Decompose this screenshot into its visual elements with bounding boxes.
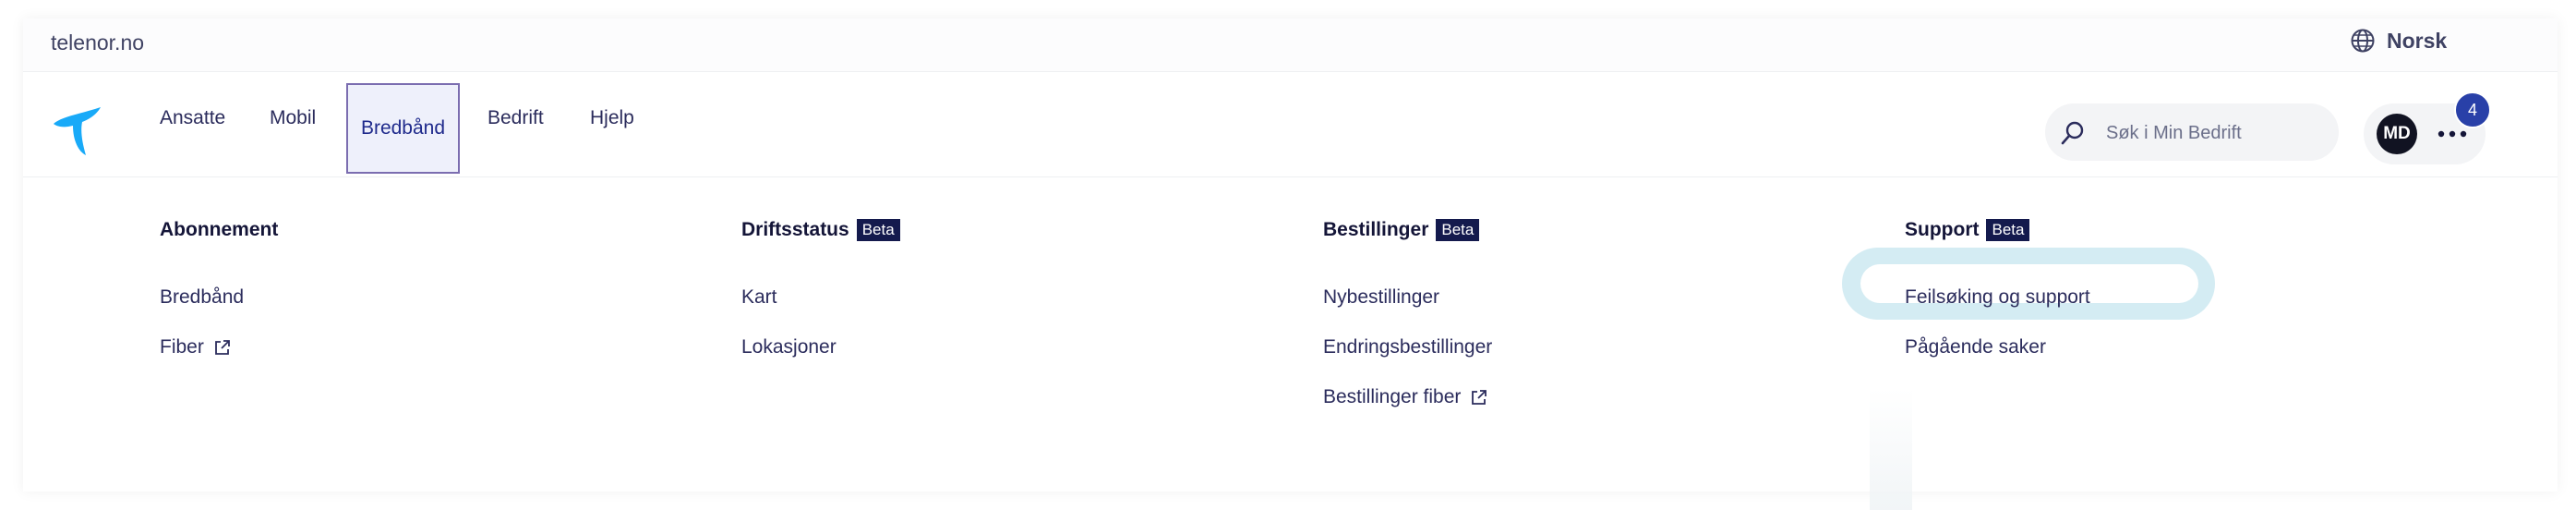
column-heading-label: Bestillinger (1323, 219, 1429, 240)
column-heading: Driftsstatus Beta (741, 216, 900, 244)
menu-column-abonnement: Abonnement Bredbånd Fiber (160, 216, 278, 358)
globe-icon (2351, 29, 2375, 53)
menu-link-feilsoking-og-support[interactable]: Feilsøking og support (1905, 286, 2090, 309)
menu-link-label: Lokasjoner (741, 336, 837, 358)
external-link-icon (1472, 390, 1487, 405)
menu-link-bestillinger-fiber[interactable]: Bestillinger fiber (1323, 386, 1488, 408)
column-heading-label: Abonnement (160, 219, 279, 240)
beta-badge: Beta (1986, 219, 2030, 241)
menu-link-fiber[interactable]: Fiber (160, 336, 232, 358)
menu-link-label: Endringsbestillinger (1323, 336, 1493, 358)
menu-link-label: Pågående saker (1905, 336, 2046, 358)
column-heading-label: Driftsstatus (741, 219, 849, 240)
search-input[interactable] (2104, 103, 2329, 163)
language-label: Norsk (2387, 28, 2448, 53)
column-heading-label: Support (1905, 219, 1980, 240)
nav-item-label: Ansatte (160, 107, 226, 128)
external-link-icon (214, 340, 230, 355)
app-frame: telenor.no Norsk Ansatte Mobil Bredbånd (23, 18, 2558, 510)
column-heading: Abonnement (160, 216, 278, 244)
top-utility-bar: telenor.no Norsk (23, 18, 2558, 72)
scroll-shadow (1870, 388, 1912, 510)
beta-badge: Beta (856, 219, 900, 241)
telenor-logo-icon[interactable] (51, 103, 104, 157)
search-box[interactable] (2045, 103, 2339, 163)
beta-badge: Beta (1436, 219, 1480, 241)
nav-item-label: Bedrift (488, 107, 544, 128)
language-selector[interactable]: Norsk (2350, 28, 2447, 54)
nav-item-bredband[interactable]: Bredbånd (346, 83, 460, 174)
menu-link-pagaende-saker[interactable]: Pågående saker (1905, 336, 2046, 358)
menu-column-driftsstatus: Driftsstatus Beta Kart Lokasjoner (741, 216, 900, 358)
menu-link-bredband[interactable]: Bredbånd (160, 286, 244, 309)
nav-item-bedrift[interactable]: Bedrift (488, 72, 544, 164)
nav-item-mobil[interactable]: Mobil (270, 72, 316, 164)
menu-link-label: Feilsøking og support (1905, 286, 2090, 308)
menu-link-label: Bestillinger fiber (1323, 386, 1462, 407)
search-icon (2061, 121, 2084, 145)
menu-link-kart[interactable]: Kart (741, 286, 777, 309)
column-heading: Support Beta (1905, 216, 2030, 244)
menu-link-lokasjoner[interactable]: Lokasjoner (741, 336, 837, 358)
telenor-site-link[interactable]: telenor.no (51, 30, 144, 55)
nav-item-label: Bredbånd (360, 117, 446, 139)
nav-item-ansatte[interactable]: Ansatte (160, 72, 225, 164)
main-navbar: Ansatte Mobil Bredbånd Bedrift Hjelp MD (23, 72, 2558, 177)
menu-link-label: Kart (741, 286, 777, 308)
menu-link-nybestillinger[interactable]: Nybestillinger (1323, 286, 1439, 309)
menu-link-label: Fiber (160, 336, 204, 358)
nav-item-label: Mobil (270, 107, 317, 128)
nav-item-hjelp[interactable]: Hjelp (590, 72, 634, 164)
menu-column-support: Support Beta Feilsøking og support Pågåe… (1905, 216, 2090, 358)
menu-link-label: Nybestillinger (1323, 286, 1440, 308)
column-heading: Bestillinger Beta (1323, 216, 1480, 244)
menu-column-bestillinger: Bestillinger Beta Nybestillinger Endring… (1323, 216, 1492, 407)
avatar: MD (2377, 114, 2417, 154)
notification-badge: 4 (2454, 91, 2491, 128)
menu-link-label: Bredbånd (160, 286, 245, 308)
nav-item-label: Hjelp (590, 107, 634, 128)
menu-link-endringsbestillinger[interactable]: Endringsbestillinger (1323, 336, 1492, 358)
